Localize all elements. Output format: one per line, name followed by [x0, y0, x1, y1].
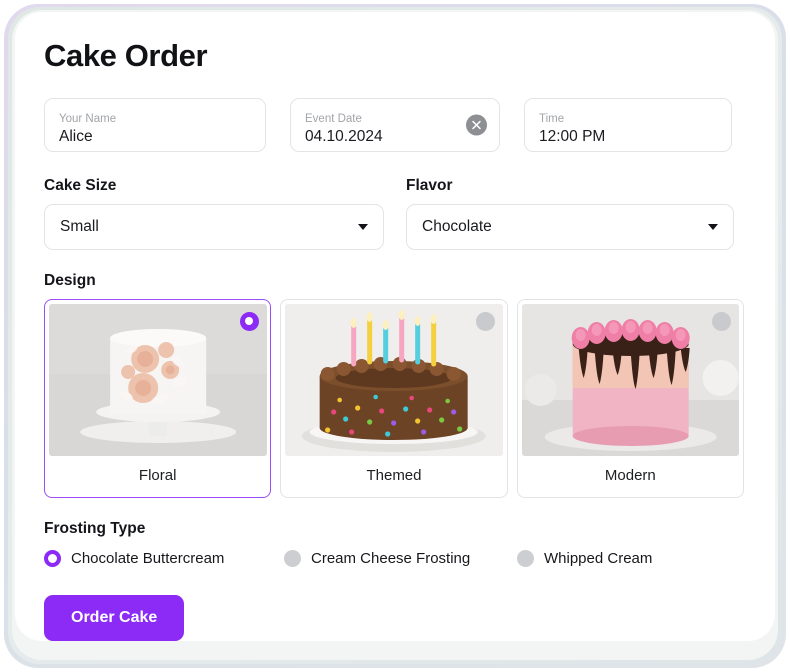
your-name-field[interactable]: Your Name Alice — [44, 98, 266, 152]
themed-cake-image — [285, 304, 502, 456]
modern-cake-thumbnail — [522, 304, 739, 456]
radio-icon-cream-cheese-frosting[interactable] — [284, 550, 301, 567]
design-radio-modern[interactable] — [712, 312, 731, 331]
your-name-input[interactable]: Alice — [59, 127, 251, 146]
design-radio-floral[interactable] — [240, 312, 259, 331]
time-input[interactable]: 12:00 PM — [539, 127, 717, 146]
flavor-select[interactable]: Chocolate — [406, 204, 734, 250]
order-cake-button[interactable]: Order Cake — [44, 595, 184, 641]
frosting-type-options: Chocolate Buttercream Cream Cheese Frost… — [44, 550, 744, 567]
design-radio-themed[interactable] — [476, 312, 495, 331]
design-option-themed[interactable]: Themed — [280, 299, 507, 498]
basic-info-row: Your Name Alice Event Date 04.10.2024 Ti… — [44, 98, 744, 152]
frosting-type-label: Frosting Type — [44, 520, 744, 538]
time-label: Time — [539, 112, 717, 126]
event-date-input[interactable]: 04.10.2024 — [305, 127, 485, 146]
event-date-label: Event Date — [305, 112, 485, 126]
design-caption-modern: Modern — [522, 456, 739, 493]
frosting-option-whipped-cream[interactable]: Whipped Cream — [517, 550, 652, 567]
your-name-label: Your Name — [59, 112, 251, 126]
cake-size-select[interactable]: Small — [44, 204, 384, 250]
form-content: Cake Order Your Name Alice Event Date 04… — [44, 38, 744, 641]
frosting-label-whipped-cream: Whipped Cream — [544, 550, 652, 567]
modern-cake-image — [522, 304, 739, 456]
design-option-floral[interactable]: Floral — [44, 299, 271, 498]
themed-cake-thumbnail — [285, 304, 502, 456]
frosting-option-chocolate-buttercream[interactable]: Chocolate Buttercream — [44, 550, 284, 567]
cake-size-value: Small — [60, 218, 99, 236]
frosting-label-chocolate-buttercream: Chocolate Buttercream — [71, 550, 224, 567]
design-caption-floral: Floral — [49, 456, 267, 493]
radio-icon-chocolate-buttercream[interactable] — [44, 550, 61, 567]
flavor-value: Chocolate — [422, 218, 492, 236]
event-date-field[interactable]: Event Date 04.10.2024 — [290, 98, 500, 152]
radio-icon-whipped-cream[interactable] — [517, 550, 534, 567]
chevron-down-icon — [358, 224, 368, 230]
design-option-modern[interactable]: Modern — [517, 299, 744, 498]
chevron-down-icon — [708, 224, 718, 230]
cake-order-card: Cake Order Your Name Alice Event Date 04… — [15, 12, 775, 641]
clear-date-button[interactable] — [466, 115, 487, 136]
select-row: Cake Size Small Flavor Chocolate — [44, 177, 744, 250]
floral-cake-thumbnail — [49, 304, 267, 456]
time-field[interactable]: Time 12:00 PM — [524, 98, 732, 152]
design-label: Design — [44, 272, 744, 290]
frosting-label-cream-cheese-frosting: Cream Cheese Frosting — [311, 550, 470, 567]
design-caption-themed: Themed — [285, 456, 502, 493]
flavor-group: Flavor Chocolate — [406, 177, 734, 250]
close-icon — [472, 121, 481, 130]
design-options: Floral — [44, 299, 744, 498]
flavor-label: Flavor — [406, 177, 734, 195]
cake-size-group: Cake Size Small — [44, 177, 384, 250]
page-title: Cake Order — [44, 38, 744, 74]
floral-cake-image — [49, 304, 267, 456]
frosting-option-cream-cheese-frosting[interactable]: Cream Cheese Frosting — [284, 550, 517, 567]
cake-size-label: Cake Size — [44, 177, 384, 195]
